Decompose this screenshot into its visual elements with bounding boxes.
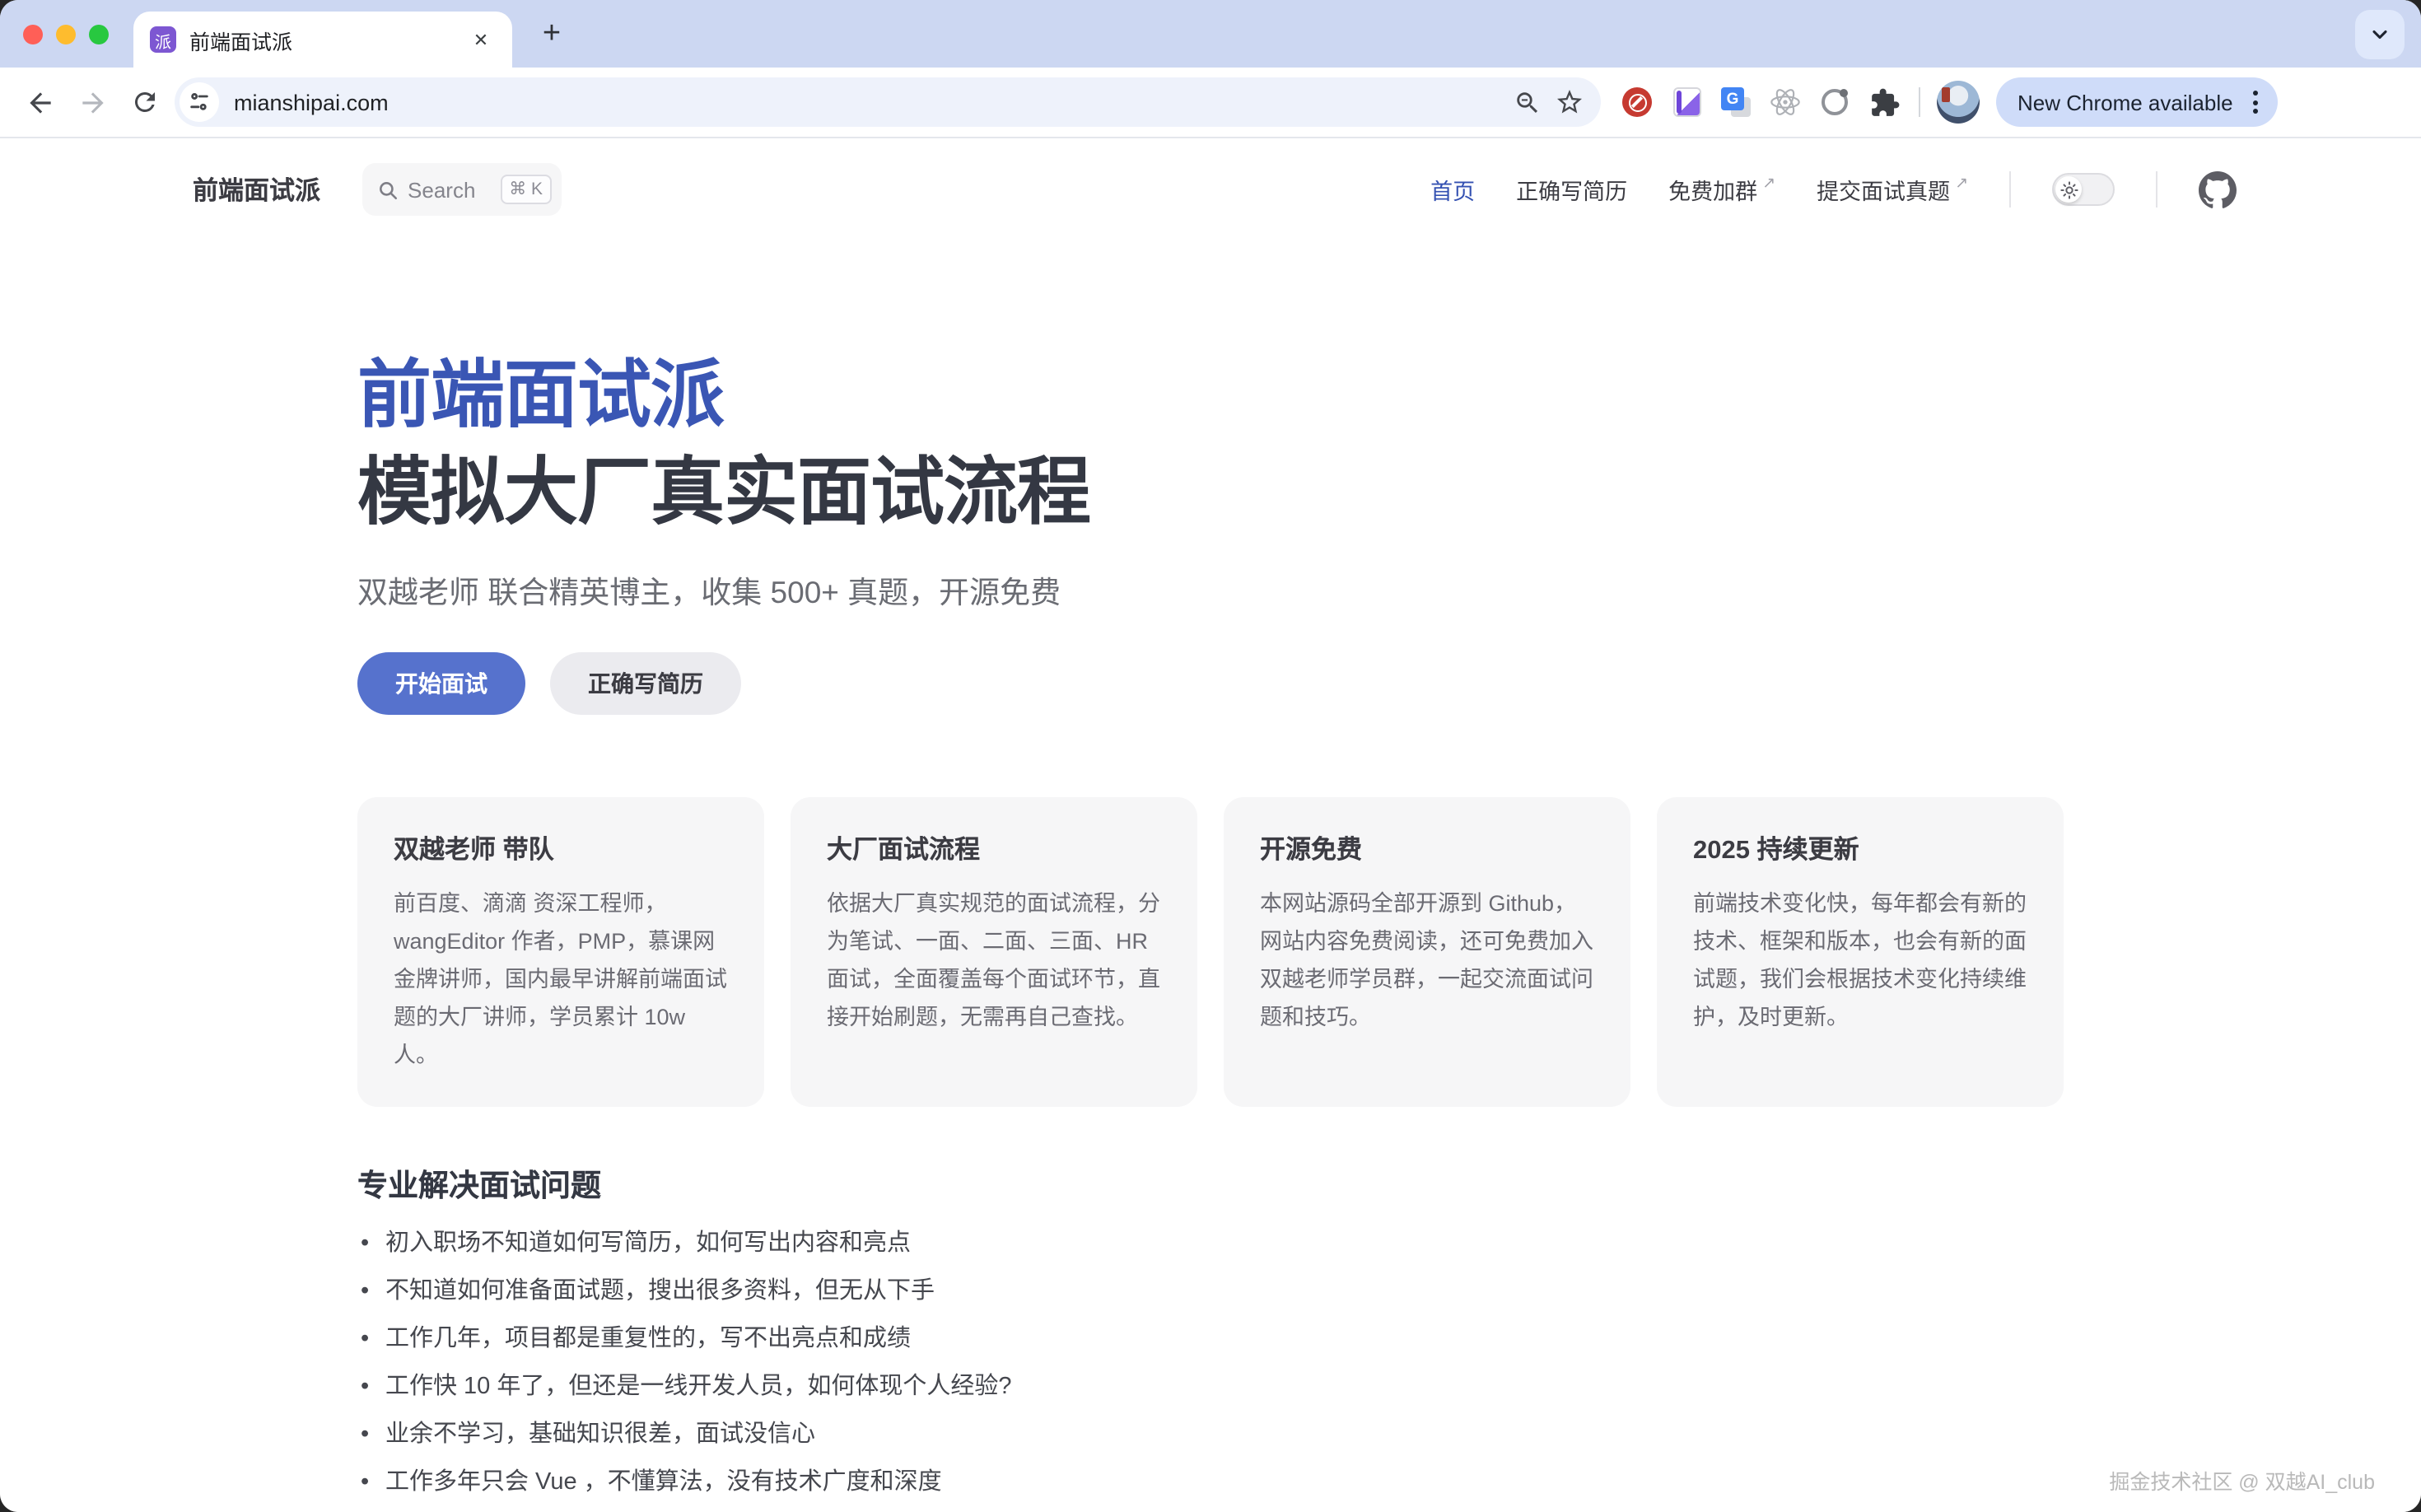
card-body: 本网站源码全部开源到 Github，网站内容免费阅读，还可免费加入双越老师学员群… <box>1260 884 1594 1036</box>
search-shortcut-badge: ⌘ K <box>501 175 551 204</box>
nav-divider <box>2156 171 2157 208</box>
site-nav: 首页 正确写简历 免费加群 ↗ 提交面试真题 ↗ <box>1430 170 2237 208</box>
card-body: 前百度、滴滴 资深工程师，wangEditor 作者，PMP，慕课网金牌讲师，国… <box>394 884 728 1074</box>
theme-toggle[interactable] <box>2052 173 2115 206</box>
start-interview-button[interactable]: 开始面试 <box>357 652 525 715</box>
browser-toolbar: mianshipai.com G <box>0 68 2421 138</box>
close-window-button[interactable] <box>23 24 43 44</box>
back-button[interactable] <box>13 76 66 128</box>
browser-window: 派 前端面试派 ✕ + mianshi <box>0 0 2421 1512</box>
external-link-icon: ↗ <box>1955 175 1968 193</box>
hero-title: 前端面试派 模拟大厂真实面试流程 <box>357 346 2421 540</box>
list-item: 工作几年，项目都是重复性的，写不出亮点和成绩 <box>357 1324 2421 1356</box>
feature-card-process: 大厂面试流程 依据大厂真实规范的面试流程，分为笔试、一面、二面、三面、HR 面试… <box>791 797 1197 1107</box>
sun-icon <box>2059 180 2078 198</box>
window-controls <box>23 0 109 68</box>
site-settings-button[interactable] <box>180 82 219 122</box>
chrome-update-label: New Chrome available <box>2018 90 2233 114</box>
hero-title-main: 模拟大厂真实面试流程 <box>357 443 2421 540</box>
address-bar[interactable]: mianshipai.com <box>175 77 1601 127</box>
feature-card-opensource: 开源免费 本网站源码全部开源到 Github，网站内容免费阅读，还可免费加入双越… <box>1224 797 1630 1107</box>
problems-heading: 专业解决面试问题 <box>357 1163 2421 1206</box>
tab-favicon: 派 <box>150 26 176 53</box>
bookmark-button[interactable] <box>1548 81 1591 124</box>
hero-tagline: 双越老师 联合精英博主，收集 500+ 真题，开源免费 <box>357 570 2421 613</box>
search-input[interactable]: Search ⌘ K <box>362 163 561 216</box>
list-item: 工作快 10 年了，但还是一线开发人员，如何体现个人经验? <box>357 1372 2421 1403</box>
reload-icon <box>130 87 160 117</box>
nav-divider <box>2009 171 2011 208</box>
zoom-level-button[interactable] <box>1505 81 1548 124</box>
theme-toggle-knob <box>2055 176 2082 203</box>
forward-icon <box>77 86 108 118</box>
new-tab-button[interactable]: + <box>529 11 575 57</box>
card-body: 前端技术变化快，每年都会有新的技术、框架和版本，也会有新的面试题，我们会根据技术… <box>1693 884 2027 1036</box>
chevron-down-icon <box>2368 22 2391 45</box>
search-icon <box>376 179 398 200</box>
chrome-update-button[interactable]: New Chrome available <box>1996 77 2278 127</box>
browser-tab[interactable]: 派 前端面试派 ✕ <box>133 12 512 68</box>
write-resume-button[interactable]: 正确写简历 <box>550 652 741 715</box>
back-icon <box>24 86 55 118</box>
card-title: 2025 持续更新 <box>1693 830 2027 866</box>
toolbar-separator <box>1919 87 1920 117</box>
google-translate-icon[interactable]: G <box>1718 84 1754 120</box>
feature-cards: 双越老师 带队 前百度、滴滴 资深工程师，wangEditor 作者，PMP，慕… <box>357 797 2064 1107</box>
profile-avatar[interactable] <box>1937 81 1980 124</box>
list-item: 不知道如何准备面试题，搜出很多资料，但无从下手 <box>357 1276 2421 1308</box>
card-title: 双越老师 带队 <box>394 830 728 866</box>
feature-card-teacher: 双越老师 带队 前百度、滴滴 资深工程师，wangEditor 作者，PMP，慕… <box>357 797 764 1107</box>
nav-item-join-group[interactable]: 免费加群 ↗ <box>1668 173 1775 206</box>
nav-item-home[interactable]: 首页 <box>1430 173 1475 206</box>
card-title: 开源免费 <box>1260 830 1594 866</box>
tab-search-button[interactable] <box>2355 9 2405 58</box>
site-header: 前端面试派 Search ⌘ K 首页 正确写简历 免费加群 ↗ <box>0 138 2421 240</box>
tune-icon <box>188 91 211 114</box>
hero-title-brand: 前端面试派 <box>357 346 2421 443</box>
list-item: 初入职场不知道如何写简历，如何写出内容和亮点 <box>357 1229 2421 1260</box>
url-text: mianshipai.com <box>234 90 1505 114</box>
site-logo[interactable]: 前端面试派 <box>193 171 320 208</box>
external-link-icon: ↗ <box>1762 175 1775 193</box>
tab-strip: 派 前端面试派 ✕ + <box>0 0 2421 68</box>
github-icon[interactable] <box>2199 170 2237 208</box>
hero-actions: 开始面试 正确写简历 <box>357 652 2421 715</box>
page-content: 前端面试派 Search ⌘ K 首页 正确写简历 免费加群 ↗ <box>0 138 2421 1512</box>
problems-section: 专业解决面试问题 初入职场不知道如何写简历，如何写出内容和亮点 不知道如何准备面… <box>357 1163 2421 1512</box>
extension-red-badge-icon[interactable] <box>1619 84 1655 120</box>
list-item: 业余不学习，基础知识很差，面试没信心 <box>357 1420 2421 1451</box>
forward-button[interactable] <box>66 76 119 128</box>
nav-item-resume[interactable]: 正确写简历 <box>1516 173 1627 206</box>
hero-section: 前端面试派 模拟大厂真实面试流程 双越老师 联合精英博主，收集 500+ 真题，… <box>357 346 2421 715</box>
search-placeholder: Search <box>408 177 475 202</box>
minimize-window-button[interactable] <box>56 24 76 44</box>
fullscreen-window-button[interactable] <box>89 24 109 44</box>
extensions-row: G <box>1619 84 1902 120</box>
tab-title: 前端面试派 <box>189 24 466 55</box>
close-tab-icon[interactable]: ✕ <box>466 25 496 54</box>
watermark: 掘金技术社区 @ 双越AI_club <box>2109 1464 2375 1496</box>
react-devtools-icon[interactable] <box>1767 84 1803 120</box>
card-title: 大厂面试流程 <box>827 830 1161 866</box>
extension-notebook-icon[interactable] <box>1668 84 1705 120</box>
nav-item-submit-questions[interactable]: 提交面试真题 ↗ <box>1817 173 1968 206</box>
zoom-out-icon <box>1513 88 1541 116</box>
proxy-extension-icon[interactable] <box>1817 84 1853 120</box>
kebab-menu-icon[interactable] <box>2245 84 2266 120</box>
card-body: 依据大厂真实规范的面试流程，分为笔试、一面、二面、三面、HR 面试，全面覆盖每个… <box>827 884 1161 1036</box>
star-icon <box>1555 87 1584 117</box>
extensions-puzzle-icon[interactable] <box>1866 84 1902 120</box>
feature-card-updates: 2025 持续更新 前端技术变化快，每年都会有新的技术、框架和版本，也会有新的面… <box>1657 797 2064 1107</box>
reload-button[interactable] <box>119 76 171 128</box>
